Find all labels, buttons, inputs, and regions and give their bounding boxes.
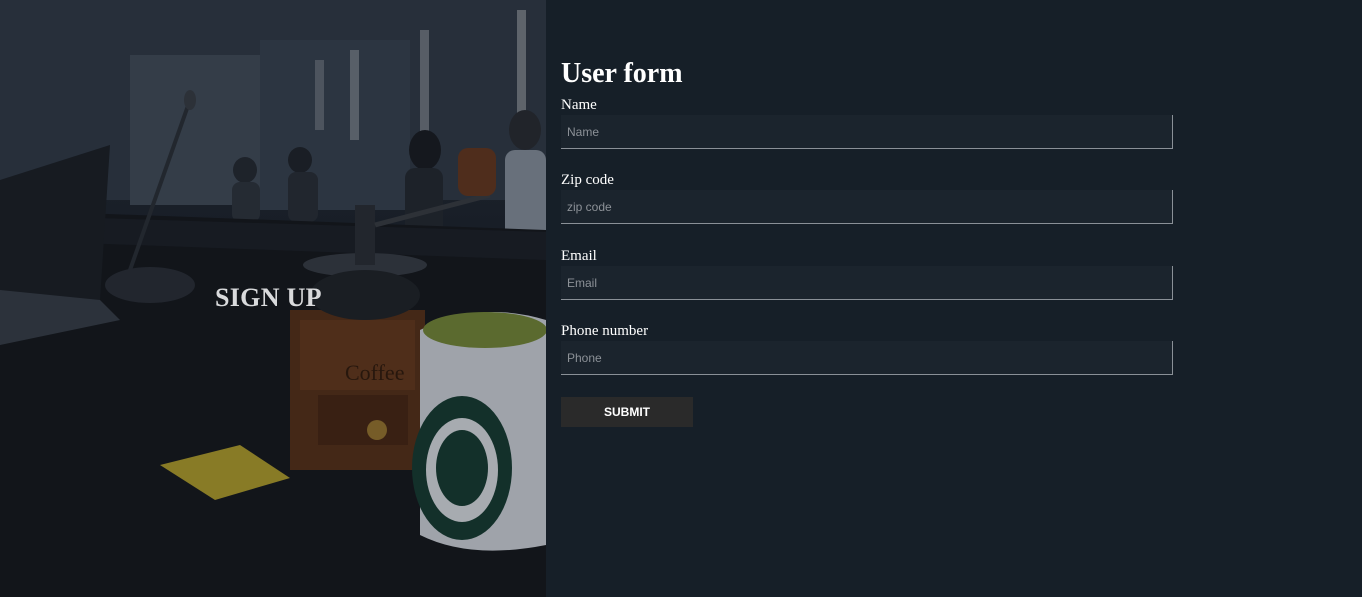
- email-input[interactable]: [561, 266, 1173, 300]
- hero-panel: Coffee SIGN UP: [0, 0, 546, 597]
- name-label: Name: [561, 97, 597, 113]
- name-input[interactable]: [561, 115, 1173, 149]
- form-title: User form: [561, 58, 683, 89]
- email-label: Email: [561, 248, 597, 264]
- phone-number-label: Phone number: [561, 323, 649, 339]
- phone-input[interactable]: [561, 341, 1173, 375]
- hero-title: SIGN UP: [215, 283, 322, 312]
- signup-page: Coffee SIGN UP User form Name Zip code E…: [0, 0, 1362, 597]
- zip-code-label: Zip code: [561, 172, 614, 188]
- submit-button[interactable]: SUBMIT: [561, 397, 693, 427]
- zip-code-input[interactable]: [561, 190, 1173, 224]
- user-form-panel: User form Name Zip code Email Phone numb…: [546, 0, 1362, 597]
